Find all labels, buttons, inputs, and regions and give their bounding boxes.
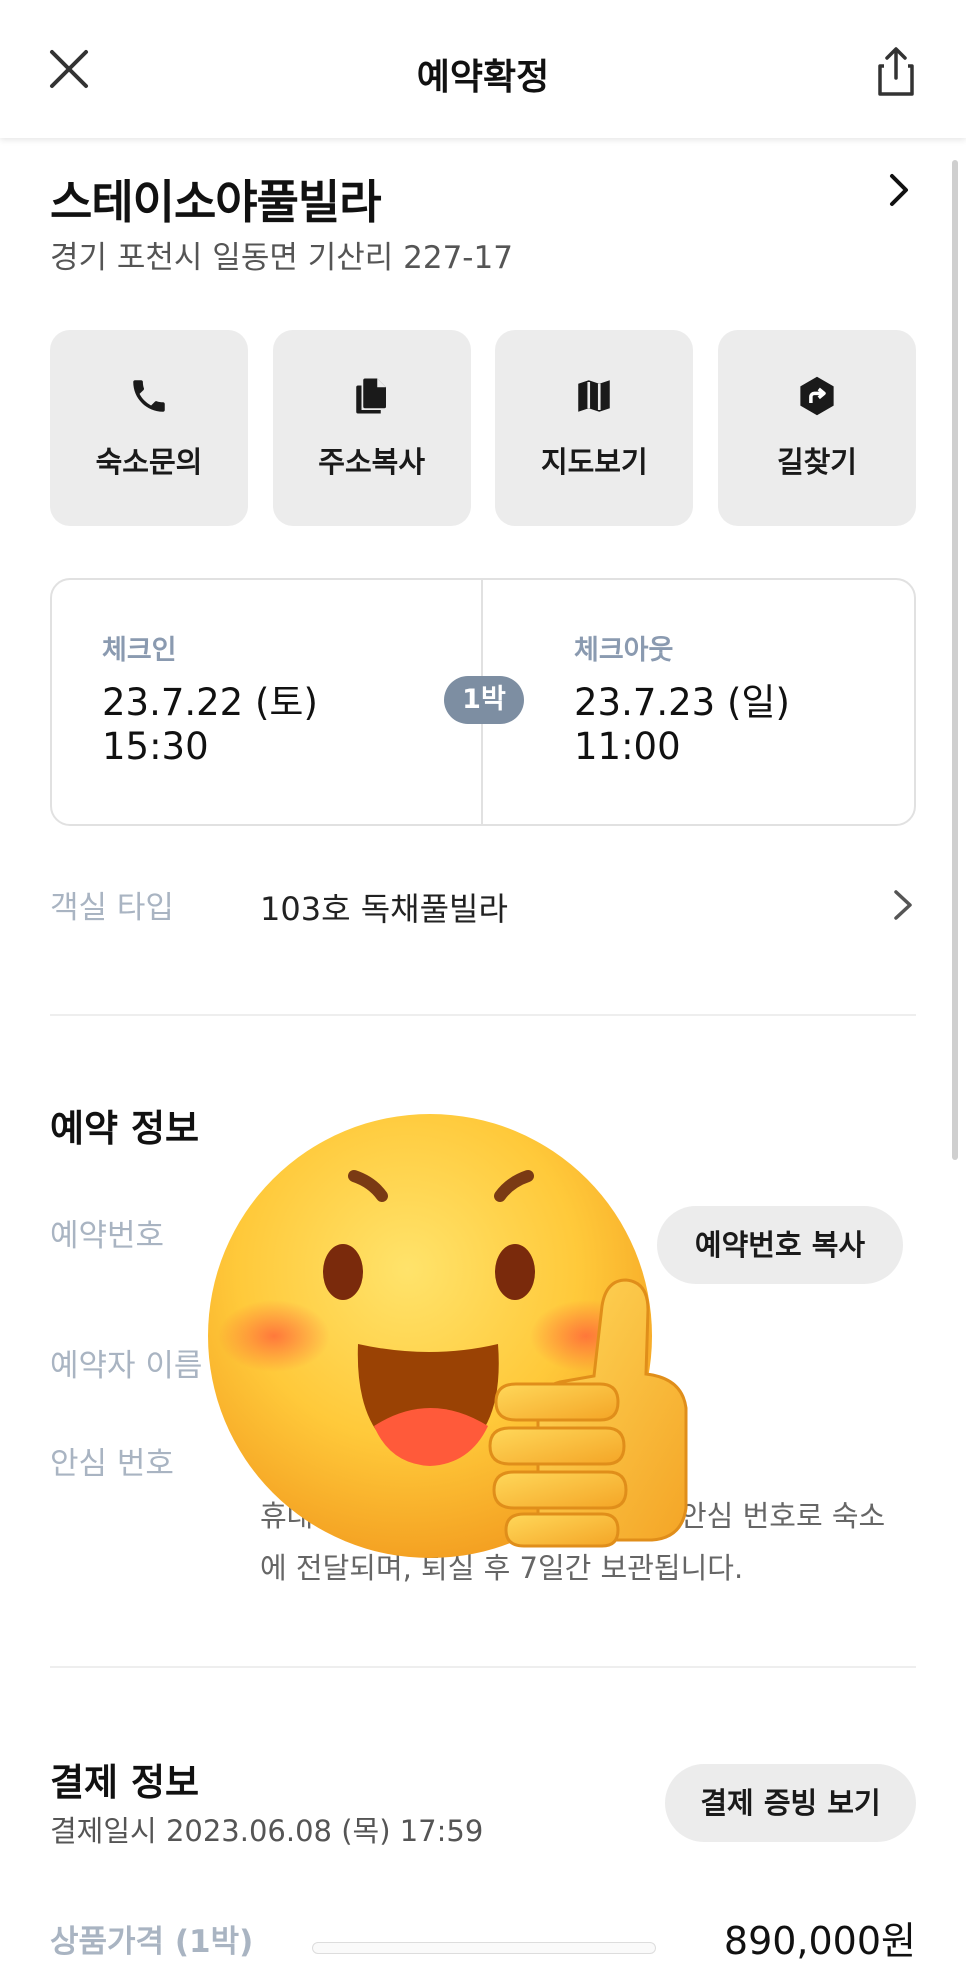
contact-button[interactable]: 숙소문의 [50, 330, 248, 526]
phone-icon [133, 380, 165, 412]
divider [50, 1666, 916, 1668]
price-bar [312, 1942, 656, 1954]
room-type-value: 103호 독채풀빌라 [260, 890, 508, 928]
view-receipt-button[interactable]: 결제 증빙 보기 [665, 1764, 916, 1842]
safe-number-label: 안심 번호 [50, 1446, 174, 1482]
share-icon[interactable] [868, 44, 924, 100]
thumbs-up-emoji-sticker [208, 1114, 688, 1558]
hotel-name: 스테이소야풀빌라 [50, 175, 382, 229]
notice-line-1-right: 안심 번호로 숙소 [680, 1499, 886, 1533]
reserver-name-label: 예약자 이름 [50, 1348, 203, 1384]
checkout-time: 11:00 [574, 725, 681, 768]
copy-icon [355, 378, 386, 414]
action-buttons: 숙소문의 주소복사 지도보기 길찾기 [50, 330, 916, 526]
payment-date: 결제일시 2023.06.08 (목) 17:59 [50, 1814, 484, 1848]
price-label: 상품가격 (1박) [50, 1924, 254, 1960]
copy-address-label: 주소복사 [318, 445, 426, 479]
scrollbar[interactable] [952, 160, 958, 1160]
copy-address-button[interactable]: 주소복사 [272, 330, 471, 526]
room-type-row[interactable]: 객실 타입 103호 독채풀빌라 [50, 880, 916, 930]
checkin: 체크인 23.7.22 (토) 15:30 [102, 628, 318, 769]
checkin-label: 체크인 [102, 635, 177, 666]
price-value: 890,000원 [723, 1919, 916, 1963]
reservation-number-label: 예약번호 [50, 1218, 165, 1254]
chevron-right-icon [894, 890, 912, 920]
directions-button[interactable]: 길찾기 [717, 330, 916, 526]
checkout-date: 23.7.23 (일) [574, 681, 790, 724]
room-type-label: 객실 타입 [50, 890, 174, 926]
view-map-label: 지도보기 [540, 445, 648, 479]
view-map-button[interactable]: 지도보기 [495, 330, 694, 526]
map-icon [578, 380, 611, 412]
nights-badge: 1박 [444, 676, 524, 724]
checkin-time: 15:30 [102, 725, 209, 768]
checkout: 체크아웃 23.7.23 (일) 11:00 [574, 628, 790, 769]
divider [50, 1014, 916, 1016]
chevron-right-icon[interactable] [884, 170, 914, 210]
reservation-section-title: 예약 정보 [50, 1107, 200, 1150]
top-app-bar: 예약확정 [0, 0, 966, 138]
contact-label: 숙소문의 [95, 445, 203, 479]
checkout-label: 체크아웃 [574, 635, 674, 666]
directions-label: 길찾기 [776, 445, 857, 479]
directions-icon [800, 376, 834, 416]
hotel-address: 경기 포천시 일동면 기산리 227-17 [50, 240, 513, 276]
checkin-date: 23.7.22 (토) [102, 681, 318, 724]
stay-dates-card: 체크인 23.7.22 (토) 15:30 1박 체크아웃 23.7.23 (일… [50, 578, 916, 826]
page-title: 예약확정 [416, 57, 550, 98]
payment-section-title: 결제 정보 [50, 1761, 200, 1804]
